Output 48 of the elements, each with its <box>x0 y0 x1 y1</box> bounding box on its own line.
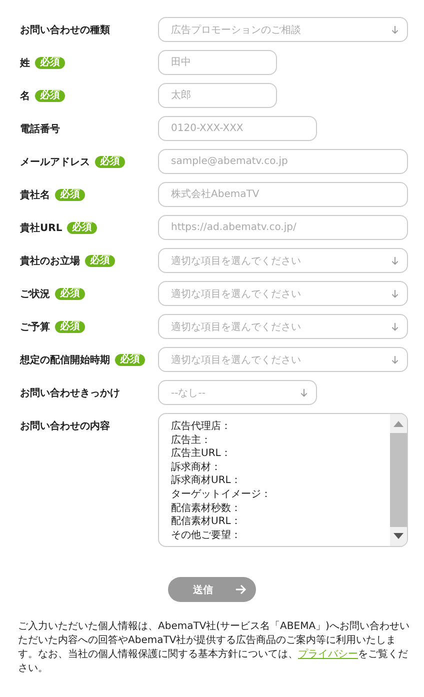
dropdown[interactable]: 適切な項目を選んでください <box>158 347 408 372</box>
input-field[interactable]: 株式会社AbemaTV <box>158 182 408 207</box>
required-badge: 必須 <box>55 320 85 332</box>
dropdown[interactable]: 適切な項目を選んでください <box>158 281 408 306</box>
privacy-notice: ご入力いただいた個人情報は、AbemaTV社(サービス名「ABEMA」)へお問い合わせいただいた内容への回答やAbemaTV社が提供する広告商品のご案内等に利用いたします。なお、当社の個人情報保護に関する基本方針については、プライバシーをご覧ください。 <box>18 620 410 676</box>
down-arrow-icon <box>391 354 399 364</box>
field-label: メールアドレス <box>20 156 90 168</box>
required-badge: 必須 <box>35 56 65 68</box>
dropdown[interactable]: 広告プロモーションのご相談 <box>158 17 408 42</box>
input-field[interactable]: 太郎 <box>158 83 277 108</box>
input-field[interactable]: https://ad.abematv.co.jp/ <box>158 215 408 240</box>
input-field[interactable]: sample@abematv.co.jp <box>158 149 408 174</box>
field-label: ご予算 <box>20 320 50 334</box>
required-badge: 必須 <box>95 156 125 168</box>
field-label: 名 <box>20 90 30 102</box>
field-label: 貴社名 <box>20 188 50 202</box>
field-label: 想定の配信開始時期 <box>20 353 110 366</box>
dropdown[interactable]: --なし-- <box>158 380 317 405</box>
right-arrow-icon <box>235 584 246 595</box>
required-badge: 必須 <box>67 222 98 234</box>
message-field[interactable]: 広告代理店： 広告主： 広告主URL： 訴求商材： 訴求商材URL： ターゲットイメージ： 配信素材秒数： 配信素材URL： その他ご要望： <box>158 413 408 547</box>
required-badge: 必須 <box>115 354 145 366</box>
down-arrow-icon <box>393 533 404 539</box>
down-arrow-icon <box>300 388 308 398</box>
field-label: ご状況 <box>20 288 50 300</box>
up-arrow-icon <box>393 421 404 427</box>
privacy-link[interactable]: プライバシー <box>298 649 358 660</box>
required-badge: 必須 <box>35 90 65 102</box>
required-badge: 必須 <box>85 254 115 266</box>
scrollbar-thumb[interactable] <box>390 433 407 527</box>
field-label: 電話番号 <box>20 122 60 136</box>
down-arrow-icon <box>391 322 399 332</box>
dropdown[interactable]: 適切な項目を選んでください <box>158 248 408 273</box>
input-field[interactable]: 田中 <box>158 50 277 75</box>
field-label: 貴社URL <box>20 222 62 234</box>
field-label: お問い合わせの種類 <box>20 24 110 36</box>
field-label: 姓 <box>20 56 30 70</box>
input-field[interactable]: 0120-XXX-XXX <box>158 116 317 141</box>
down-arrow-icon <box>391 288 399 298</box>
down-arrow-icon <box>391 24 399 34</box>
field-label: お問い合わせきっかけ <box>20 386 120 400</box>
down-arrow-icon <box>391 256 399 266</box>
scrollbar[interactable] <box>390 414 407 546</box>
required-badge: 必須 <box>55 188 85 200</box>
field-label: お問い合わせの内容 <box>20 419 110 433</box>
field-label: 貴社のお立場 <box>20 254 80 268</box>
dropdown[interactable]: 適切な項目を選んでください <box>158 314 408 339</box>
required-badge: 必須 <box>55 288 85 300</box>
